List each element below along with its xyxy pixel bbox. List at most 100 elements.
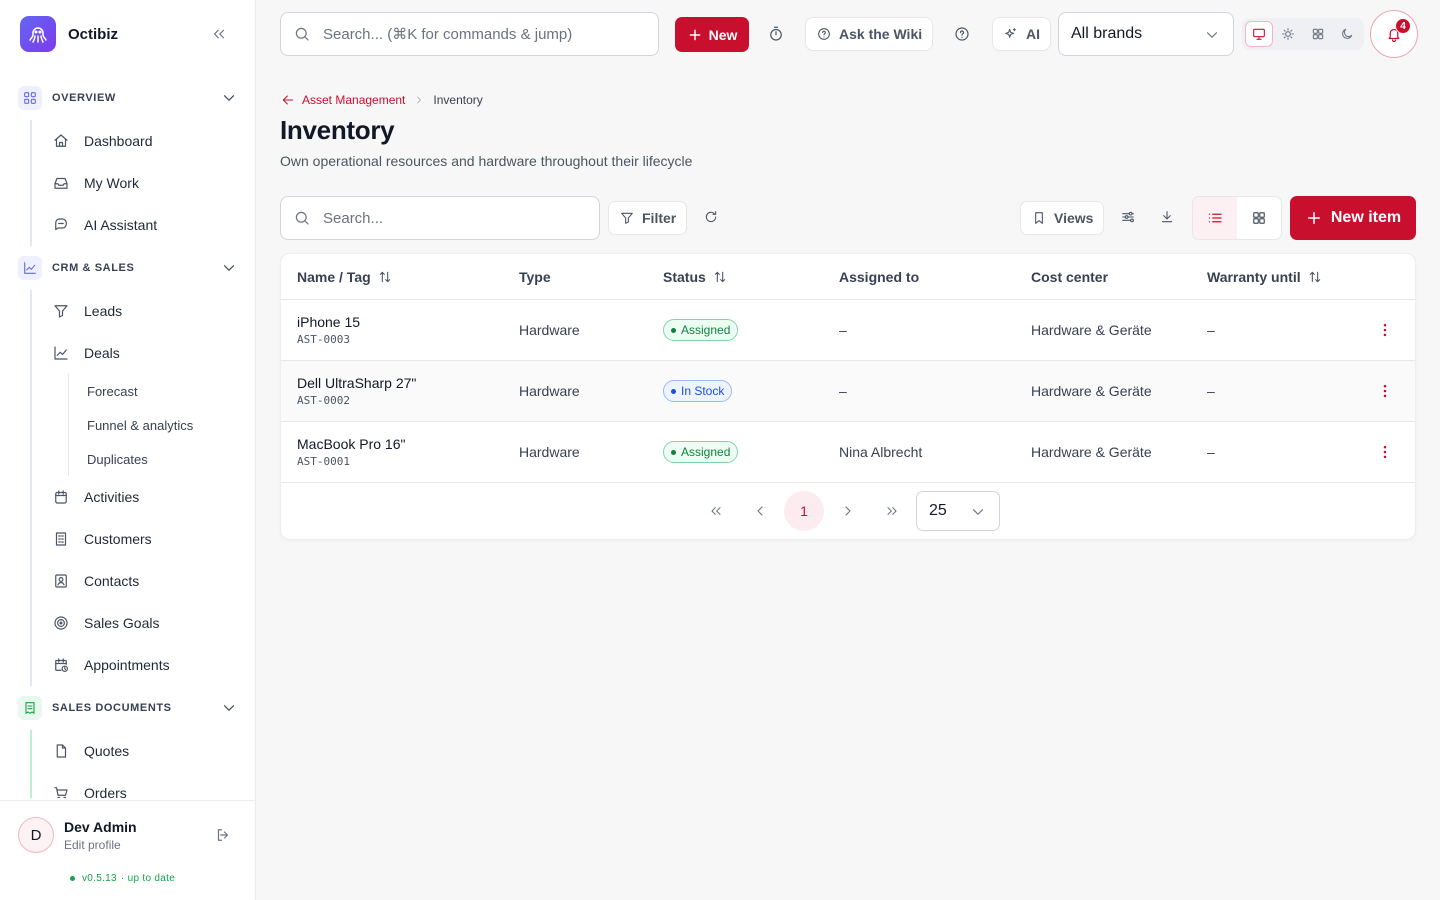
sidebar-item-deals[interactable]: Deals — [32, 332, 256, 374]
sidebar-subitem-duplicates[interactable]: Duplicates — [69, 442, 256, 476]
grid-icon — [18, 86, 42, 110]
page-size-select[interactable]: 25 — [916, 491, 1000, 531]
sidebar-item-label: Customers — [84, 531, 152, 547]
version-info: v0.5.13 · up to date — [70, 873, 175, 884]
sidebar-item-sales-goals[interactable]: Sales Goals — [32, 602, 256, 644]
list-search-input[interactable] — [323, 209, 583, 227]
brand: Octibiz — [20, 16, 236, 52]
column-name-tag[interactable]: Name / Tag — [297, 269, 393, 285]
table-row[interactable]: Dell UltraSharp 27" AST-0002 Hardware In… — [281, 361, 1415, 422]
section-sales-documents[interactable]: SALES DOCUMENTS — [0, 686, 256, 730]
status-badge: In Stock — [663, 380, 733, 402]
prev-page-icon[interactable] — [740, 491, 780, 531]
sidebar-item-contacts[interactable]: Contacts — [32, 560, 256, 602]
more-vertical-icon[interactable] — [1376, 382, 1394, 400]
views-button[interactable]: Views — [1020, 201, 1105, 235]
download-icon[interactable] — [1159, 209, 1175, 225]
main-content: Asset Management Inventory Inventory Own… — [256, 70, 1440, 900]
grid-view-icon[interactable] — [1237, 197, 1281, 239]
moon-icon[interactable] — [1334, 21, 1361, 47]
status-badge: Assigned — [663, 441, 739, 463]
timer-icon[interactable] — [767, 25, 785, 43]
sidebar-item-customers[interactable]: Customers — [32, 518, 256, 560]
more-vertical-icon[interactable] — [1376, 443, 1394, 461]
edit-profile-link[interactable]: Edit profile — [64, 838, 121, 852]
sun-icon[interactable] — [1275, 21, 1302, 47]
more-vertical-icon[interactable] — [1376, 321, 1394, 339]
ai-button[interactable]: AI — [992, 17, 1051, 51]
table-row[interactable]: iPhone 15 AST-0003 Hardware Assigned – H… — [281, 300, 1415, 361]
sidebar-subitem-funnel-analytics[interactable]: Funnel & analytics — [69, 408, 256, 442]
ai-label: AI — [1026, 26, 1040, 42]
column-assigned-to: Assigned to — [839, 269, 919, 285]
warranty-until: – — [1207, 444, 1215, 460]
collapse-sidebar-icon[interactable] — [210, 25, 228, 43]
page-number-current[interactable]: 1 — [784, 491, 824, 531]
bookmark-icon — [1035, 212, 1043, 224]
list-search[interactable] — [280, 196, 600, 240]
sales-documents-group: Quotes Orders — [30, 730, 256, 798]
calendar-icon — [55, 490, 67, 504]
sidebar-item-label: Leads — [84, 303, 123, 319]
sidebar-item-orders[interactable]: Orders — [32, 772, 256, 798]
sidebar-item-label: Orders — [84, 785, 127, 798]
first-page-icon[interactable] — [696, 491, 736, 531]
logout-icon[interactable] — [214, 826, 232, 844]
sidebar-item-label: Sales Goals — [84, 615, 160, 631]
sidebar-item-dashboard[interactable]: Dashboard — [32, 120, 256, 162]
trend-chart-icon — [54, 346, 68, 360]
monitor-icon[interactable] — [1245, 21, 1273, 47]
asset-tag: AST-0001 — [297, 455, 350, 468]
filter-button[interactable]: Filter — [608, 201, 688, 235]
last-page-icon[interactable] — [872, 491, 912, 531]
column-label: Cost center — [1031, 269, 1109, 285]
sidebar-item-ai-assistant[interactable]: AI Assistant — [32, 204, 256, 246]
section-overview[interactable]: OVERVIEW — [0, 76, 256, 120]
column-label: Status — [663, 269, 706, 285]
breadcrumb-back-link[interactable]: Asset Management — [280, 92, 405, 108]
status-dot — [671, 388, 676, 394]
search-icon — [295, 27, 309, 41]
cost-center: Hardware & Geräte — [1031, 383, 1152, 399]
list-view-icon[interactable] — [1193, 197, 1237, 239]
refresh-icon[interactable] — [703, 209, 719, 225]
sidebar-item-appointments[interactable]: Appointments — [32, 644, 256, 686]
next-page-icon[interactable] — [828, 491, 868, 531]
pagination: 1 25 — [281, 483, 1415, 541]
page-title: Inventory — [280, 115, 395, 145]
column-status[interactable]: Status — [663, 269, 728, 285]
search-icon — [295, 211, 309, 225]
sort-icon — [1309, 271, 1320, 283]
brand-select[interactable]: All brands — [1058, 12, 1234, 56]
asset-name: Dell UltraSharp 27" — [297, 375, 417, 391]
notifications-button[interactable]: 4 — [1370, 10, 1418, 58]
sidebar: Octibiz OVERVIEW Dashboard My Work AI As… — [0, 0, 256, 900]
table-row[interactable]: MacBook Pro 16" AST-0001 Hardware Assign… — [281, 422, 1415, 483]
table-header: Name / Tag Type Status Assigned to Cost … — [281, 254, 1415, 300]
section-label: OVERVIEW — [52, 92, 116, 104]
section-crm-sales[interactable]: CRM & SALES — [0, 246, 256, 290]
sidebar-item-my-work[interactable]: My Work — [32, 162, 256, 204]
column-warranty-until[interactable]: Warranty until — [1207, 269, 1323, 285]
global-search-input[interactable] — [323, 25, 643, 43]
sliders-icon[interactable] — [1120, 209, 1136, 225]
assigned-to: – — [839, 322, 847, 338]
cart-icon — [54, 787, 68, 798]
global-search[interactable] — [280, 12, 659, 56]
home-icon — [54, 134, 68, 147]
new-item-button[interactable]: New item — [1290, 196, 1416, 240]
new-button[interactable]: New — [675, 17, 749, 52]
help-icon[interactable] — [953, 25, 971, 43]
plus-icon — [1307, 212, 1320, 224]
avatar[interactable]: D — [18, 817, 54, 853]
funnel-icon — [54, 305, 68, 318]
sidebar-item-activities[interactable]: Activities — [32, 476, 256, 518]
asset-tag: AST-0002 — [297, 394, 350, 407]
sidebar-item-label: Dashboard — [84, 133, 153, 149]
sidebar-subitem-forecast[interactable]: Forecast — [69, 374, 256, 408]
sidebar-item-label: Deals — [84, 345, 120, 361]
sidebar-item-leads[interactable]: Leads — [32, 290, 256, 332]
sidebar-item-quotes[interactable]: Quotes — [32, 730, 256, 772]
ask-wiki-button[interactable]: Ask the Wiki — [805, 17, 934, 51]
layout-grid-icon[interactable] — [1304, 21, 1331, 47]
